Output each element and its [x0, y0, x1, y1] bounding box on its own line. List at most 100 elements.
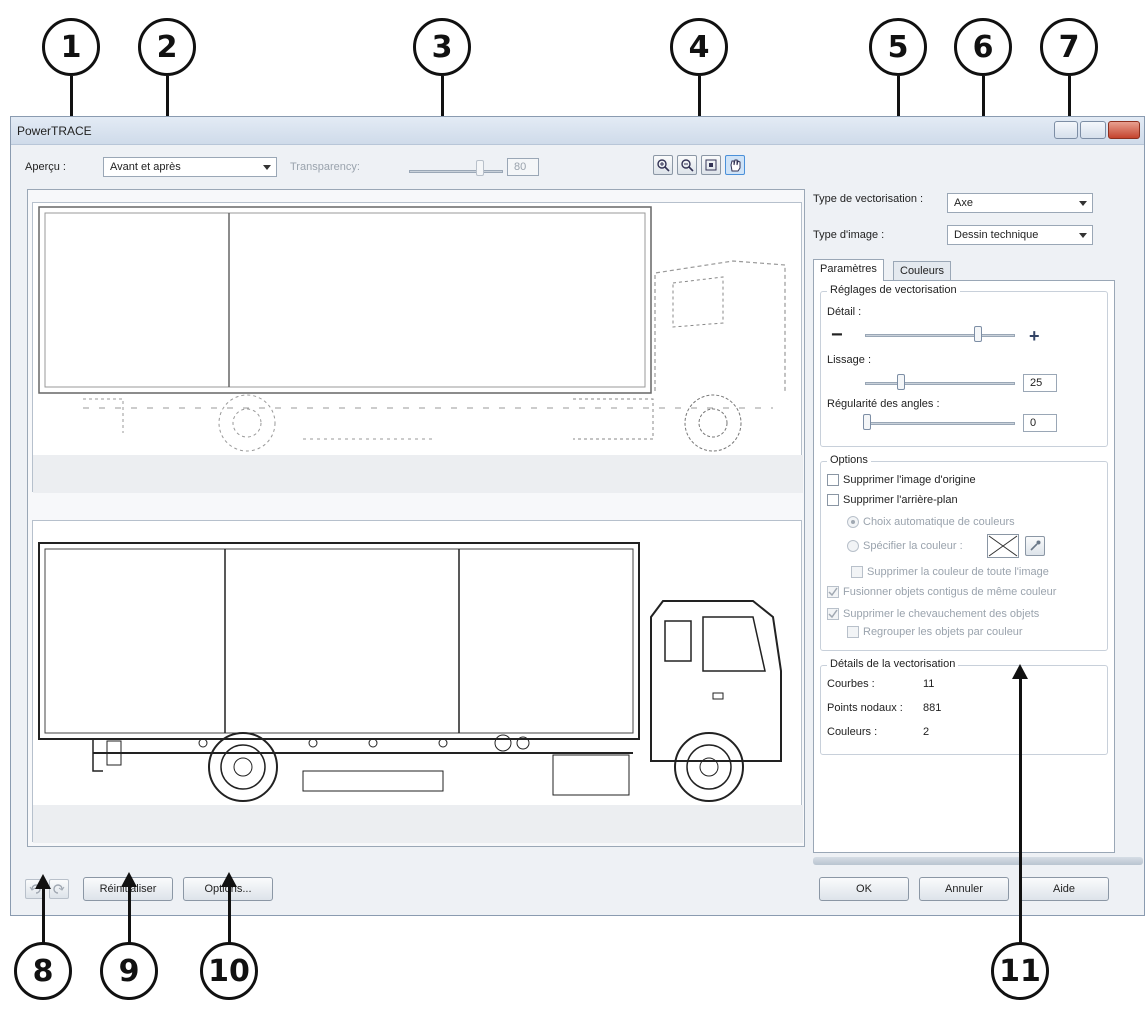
maximize-button[interactable]: [1080, 121, 1106, 139]
smoothing-slider-thumb[interactable]: [897, 374, 905, 390]
settings-panel: Réglages de vectorisation Détail : − + L…: [813, 280, 1115, 853]
eyedropper-icon: [1030, 540, 1041, 551]
window-title: PowerTRACE: [17, 124, 92, 138]
fit-icon: [705, 159, 717, 171]
truck-before-image: [33, 206, 803, 493]
callout-6: 6: [954, 18, 1012, 76]
eyedropper-button[interactable]: [1025, 536, 1045, 556]
options-group: Options Supprimer l'image d'origine Supp…: [820, 454, 1108, 651]
detail-label: Détail :: [827, 306, 862, 318]
truck-after-image: [33, 542, 803, 843]
close-button[interactable]: [1108, 121, 1140, 139]
no-color-icon: [988, 535, 1018, 557]
remove-color-entire-checkbox[interactable]: Supprimer la couleur de toute l'image: [851, 566, 1049, 578]
help-button[interactable]: Aide: [1019, 877, 1109, 901]
powertrace-dialog: PowerTRACE Aperçu : Avant et après Trans…: [10, 116, 1145, 916]
specify-color-label: Spécifier la couleur :: [863, 540, 963, 552]
delete-original-label: Supprimer l'image d'origine: [843, 474, 976, 486]
minimize-button[interactable]: [1054, 121, 1078, 139]
preview-before-pane[interactable]: [32, 202, 803, 493]
preview-area[interactable]: [27, 189, 805, 847]
smoothing-value[interactable]: 25: [1023, 374, 1057, 392]
ok-button[interactable]: OK: [819, 877, 909, 901]
detail-slider-thumb[interactable]: [973, 326, 982, 342]
callout-10-arrow: [228, 886, 231, 944]
callout-10: 10: [200, 942, 258, 1000]
redo-icon: [53, 884, 65, 894]
detail-slider[interactable]: [865, 334, 1015, 337]
pan-hand-icon: [730, 159, 741, 172]
cancel-button[interactable]: Annuler: [919, 877, 1009, 901]
checkbox-checked-icon: [827, 608, 839, 620]
colors-value: 2: [923, 726, 930, 738]
radio-selected-icon: [847, 516, 859, 528]
callout-8-arrow: [42, 888, 45, 944]
corner-smoothness-thumb[interactable]: [863, 414, 871, 430]
checkbox-box: [827, 474, 839, 486]
remove-overlap-label: Supprimer le chevauchement des objets: [843, 608, 1040, 620]
color-swatch[interactable]: [987, 534, 1019, 558]
chevron-down-icon: [1079, 233, 1087, 238]
fit-button[interactable]: [701, 155, 721, 175]
image-type-select[interactable]: Dessin technique: [947, 225, 1093, 245]
callout-4: 4: [670, 18, 728, 76]
checkbox-box: [847, 626, 859, 638]
corner-smoothness-slider[interactable]: [865, 422, 1015, 425]
transparency-value[interactable]: 80: [507, 158, 539, 176]
merge-adjacent-checkbox[interactable]: Fusionner objets contigus de même couleu…: [827, 586, 1056, 598]
remove-background-label: Supprimer l'arrière-plan: [843, 494, 958, 506]
trace-type-select[interactable]: Axe: [947, 193, 1093, 213]
nodes-label: Points nodaux :: [827, 702, 903, 714]
detail-minus-icon[interactable]: −: [831, 325, 843, 345]
callout-8: 8: [14, 942, 72, 1000]
callout-10-arrowhead: [221, 872, 237, 887]
preview-after-pane[interactable]: [32, 520, 803, 843]
trace-type-label: Type de vectorisation :: [813, 193, 924, 205]
group-by-color-checkbox[interactable]: Regrouper les objets par couleur: [847, 626, 1023, 638]
callout-9: 9: [100, 942, 158, 1000]
transparency-slider[interactable]: [409, 170, 503, 173]
specify-color-radio[interactable]: Spécifier la couleur :: [847, 540, 963, 552]
remove-overlap-checkbox[interactable]: Supprimer le chevauchement des objets: [827, 608, 1039, 620]
preview-select[interactable]: Avant et après: [103, 157, 277, 177]
preview-label: Aperçu :: [25, 161, 66, 173]
preview-select-value: Avant et après: [110, 161, 181, 173]
merge-adjacent-label: Fusionner objets contigus de même couleu…: [843, 586, 1057, 598]
smoothing-label: Lissage :: [827, 354, 872, 366]
smoothing-slider[interactable]: [865, 382, 1015, 385]
trace-result-group: Détails de la vectorisation Courbes : 11…: [820, 658, 1108, 755]
nodes-value: 881: [923, 702, 942, 714]
redo-button[interactable]: [49, 879, 69, 899]
callout-8-arrowhead: [35, 874, 51, 889]
callout-9-arrowhead: [121, 872, 137, 887]
pan-button[interactable]: [725, 155, 745, 175]
corner-smoothness-label: Régularité des angles :: [827, 398, 940, 410]
trace-type-value: Axe: [954, 197, 973, 209]
group-by-color-label: Regrouper les objets par couleur: [863, 626, 1023, 638]
zoom-out-button[interactable]: [677, 155, 697, 175]
trace-result-title: Détails de la vectorisation: [827, 658, 959, 670]
curves-label: Courbes :: [827, 678, 875, 690]
callout-2: 2: [138, 18, 196, 76]
radio-icon: [847, 540, 859, 552]
chevron-down-icon: [1079, 201, 1087, 206]
transparency-slider-thumb[interactable]: [476, 160, 484, 176]
auto-color-radio[interactable]: Choix automatique de couleurs: [847, 516, 1015, 528]
panel-splitter[interactable]: [813, 857, 1143, 865]
zoom-in-icon: [657, 159, 670, 172]
corner-smoothness-value[interactable]: 0: [1023, 414, 1057, 432]
zoom-out-icon: [681, 159, 694, 172]
checkbox-box: [851, 566, 863, 578]
remove-color-entire-label: Supprimer la couleur de toute l'image: [867, 566, 1049, 578]
callout-9-arrow: [128, 886, 131, 944]
trace-controls-group: Réglages de vectorisation Détail : − + L…: [820, 284, 1108, 447]
remove-background-checkbox[interactable]: Supprimer l'arrière-plan: [827, 494, 958, 506]
callout-11: 11: [991, 942, 1049, 1000]
image-type-value: Dessin technique: [954, 229, 1039, 241]
tab-settings[interactable]: Paramètres: [813, 259, 884, 281]
detail-plus-icon[interactable]: +: [1029, 326, 1040, 347]
checkbox-checked-icon: [827, 586, 839, 598]
tab-colors[interactable]: Couleurs: [893, 261, 952, 281]
zoom-in-button[interactable]: [653, 155, 673, 175]
delete-original-checkbox[interactable]: Supprimer l'image d'origine: [827, 474, 976, 486]
